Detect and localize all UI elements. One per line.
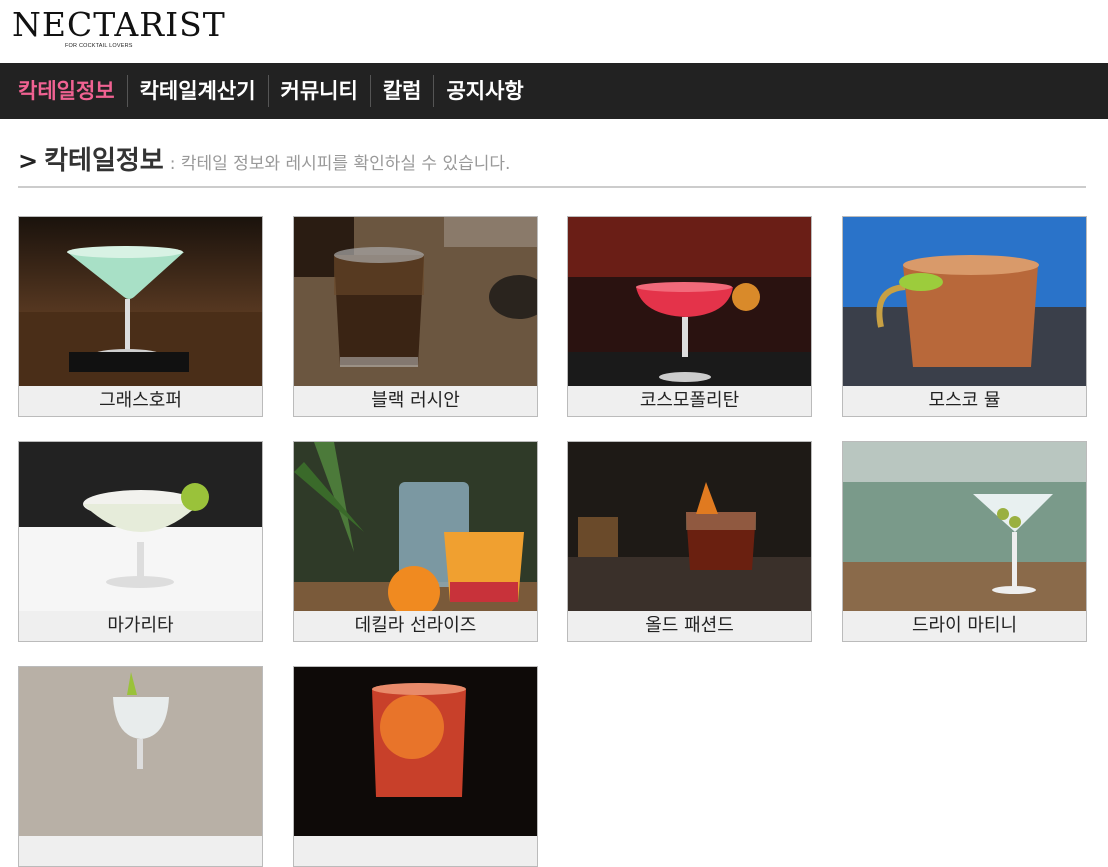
cocktail-image [843, 217, 1086, 386]
chevron-right-icon: > [18, 147, 39, 175]
cocktail-name: 코스모폴리탄 [568, 386, 811, 416]
nav-item-notice[interactable]: 공지사항 [433, 75, 535, 107]
site-logo[interactable]: NECTARIST FOR COCKTAIL LOVERS [12, 6, 225, 56]
nav-item-community[interactable]: 커뮤니티 [267, 75, 370, 107]
cocktail-name: 모스코 뮬 [843, 386, 1086, 416]
cocktail-card[interactable] [18, 666, 263, 867]
cocktail-image [294, 442, 537, 611]
cocktail-name: 올드 패션드 [568, 611, 811, 641]
cocktail-image [568, 217, 811, 386]
cocktail-name: 드라이 마티니 [843, 611, 1086, 641]
cocktail-image [19, 667, 262, 836]
cocktail-card-moscow-mule[interactable]: 모스코 뮬 [842, 216, 1087, 417]
cocktail-card-grasshopper[interactable]: 그래스호퍼 [18, 216, 263, 417]
cocktail-name: 블랙 러시안 [294, 386, 537, 416]
cocktail-card-dry-martini[interactable]: 드라이 마티니 [842, 441, 1087, 642]
cocktail-card[interactable] [293, 666, 538, 867]
cocktail-name: 데킬라 선라이즈 [294, 611, 537, 641]
cocktail-name [294, 836, 537, 866]
cocktail-image [294, 217, 537, 386]
page-title: 칵테일정보 [44, 146, 164, 176]
cocktail-card-margarita[interactable]: 마가리타 [18, 441, 263, 642]
section-header: > 칵테일정보 : 칵테일 정보와 레시피를 확인하실 수 있습니다. [18, 140, 1086, 188]
cocktail-card-tequila-sunrise[interactable]: 데킬라 선라이즈 [293, 441, 538, 642]
cocktail-image [843, 442, 1086, 611]
cocktail-name: 마가리타 [19, 611, 262, 641]
logo-wordmark: NECTARIST [12, 5, 226, 44]
nav-item-calculator[interactable]: 칵테일계산기 [126, 75, 268, 107]
page-subtitle: : 칵테일 정보와 레시피를 확인하실 수 있습니다. [169, 154, 511, 174]
logo-tagline: FOR COCKTAIL LOVERS [65, 43, 133, 49]
cocktail-name: 그래스호퍼 [19, 386, 262, 416]
cocktail-image [19, 217, 262, 386]
cocktail-card-black-russian[interactable]: 블랙 러시안 [293, 216, 538, 417]
cocktail-image [294, 667, 537, 836]
cocktail-name [19, 836, 262, 866]
nav-item-column[interactable]: 칼럼 [369, 75, 434, 107]
cocktail-card-old-fashioned[interactable]: 올드 패션드 [567, 441, 812, 642]
cocktail-image [568, 442, 811, 611]
cocktail-card-cosmopolitan[interactable]: 코스모폴리탄 [567, 216, 812, 417]
cocktail-image [19, 442, 262, 611]
main-nav: 칵테일정보 칵테일계산기 커뮤니티 칼럼 공지사항 [0, 63, 1108, 119]
nav-item-cocktail-info[interactable]: 칵테일정보 [0, 75, 127, 107]
